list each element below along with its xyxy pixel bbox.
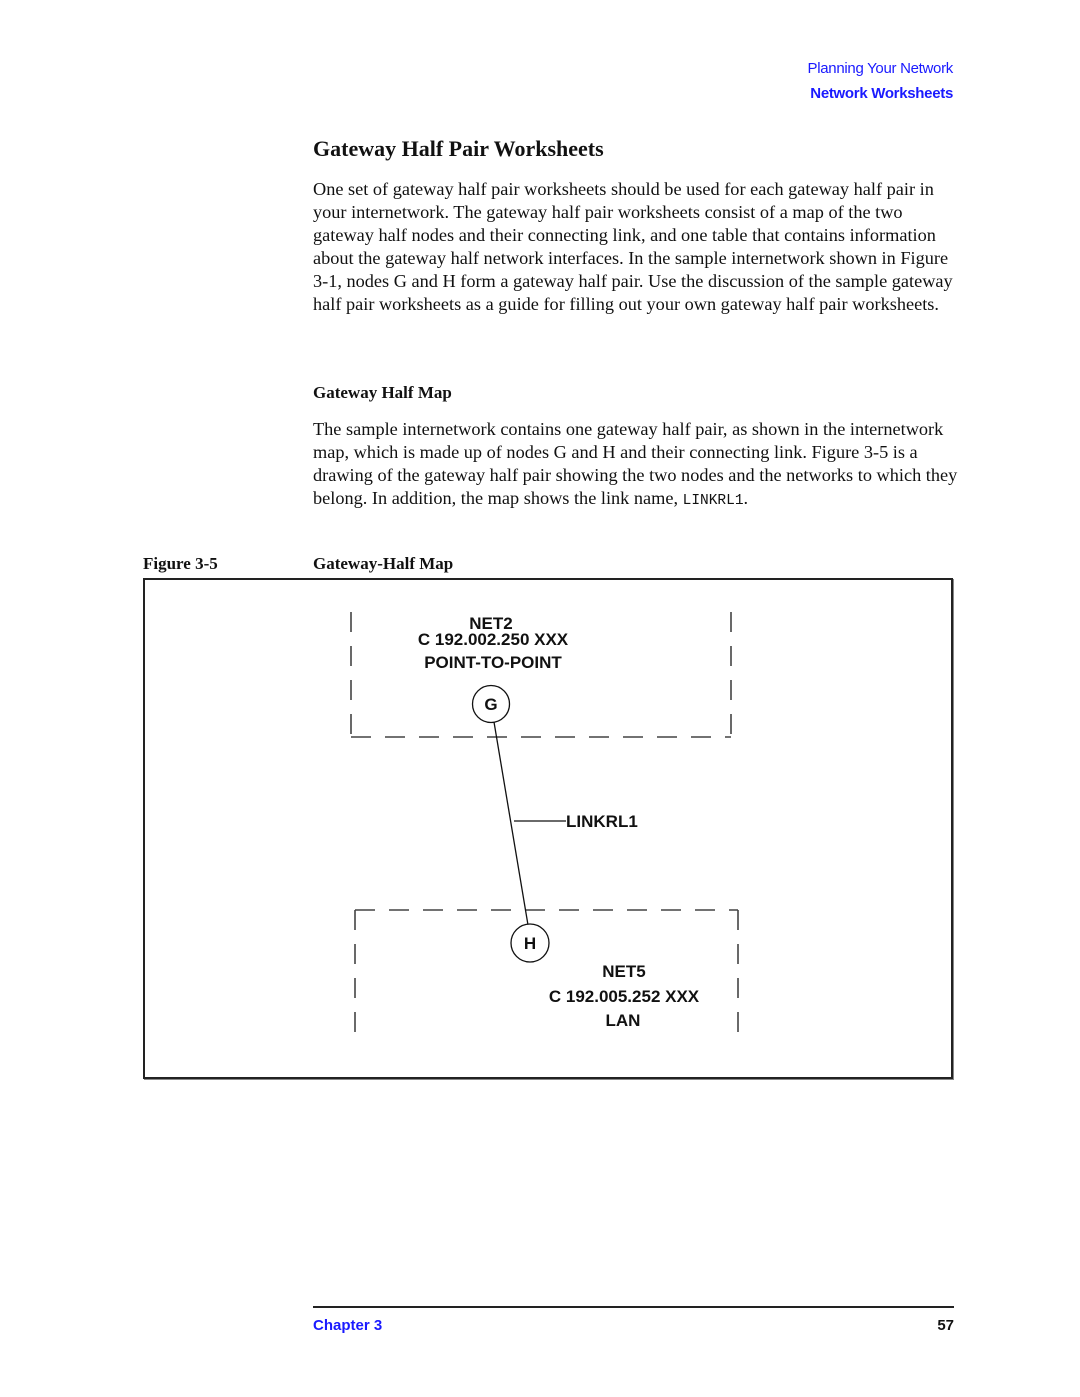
link-name-code: LINKRL1 [682,493,744,509]
running-head-section-title: Network Worksheets [810,85,953,102]
footer-rule [313,1306,954,1308]
section-title: Gateway Half Pair Worksheets [313,136,604,161]
section-paragraph: One set of gateway half pair worksheets … [313,179,953,314]
figure-number: Figure 3-5 [143,554,218,573]
subsection-title: Gateway Half Map [313,383,452,402]
footer-chapter: Chapter 3 [313,1317,383,1334]
figure-title: Gateway-Half Map [313,554,454,573]
paragraph-end: . [743,488,749,508]
running-head-chapter-title: Planning Your Network [807,60,954,77]
footer-page-number: 57 [937,1317,954,1334]
subsection-paragraph: The sample internetwork contains one gat… [313,418,963,513]
figure-frame [143,578,953,1079]
paragraph-text: The sample internetwork contains one gat… [313,419,958,508]
